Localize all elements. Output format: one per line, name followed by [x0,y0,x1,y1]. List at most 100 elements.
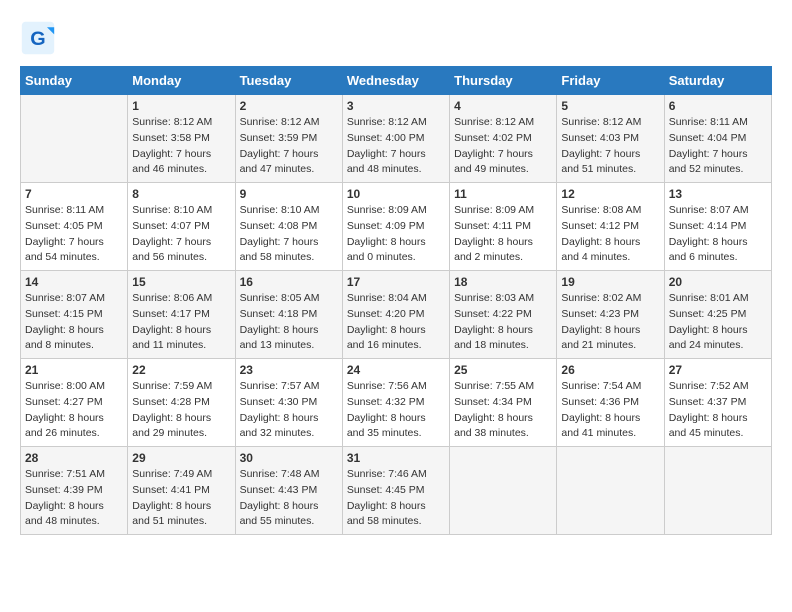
sunset-text: Sunset: 4:23 PM [561,308,639,320]
calendar-cell [450,447,557,535]
daylight-text: Daylight: 7 hours and 49 minutes. [454,148,533,176]
sunset-text: Sunset: 4:03 PM [561,132,639,144]
calendar-cell: 5 Sunrise: 8:12 AM Sunset: 4:03 PM Dayli… [557,95,664,183]
calendar-cell [664,447,771,535]
calendar-cell: 24 Sunrise: 7:56 AM Sunset: 4:32 PM Dayl… [342,359,449,447]
calendar-week-row: 28 Sunrise: 7:51 AM Sunset: 4:39 PM Dayl… [21,447,772,535]
page-header: G [20,20,772,56]
calendar-cell: 27 Sunrise: 7:52 AM Sunset: 4:37 PM Dayl… [664,359,771,447]
sunrise-text: Sunrise: 8:11 AM [669,116,748,128]
day-number: 8 [132,187,230,201]
calendar-cell: 22 Sunrise: 7:59 AM Sunset: 4:28 PM Dayl… [128,359,235,447]
calendar-cell: 1 Sunrise: 8:12 AM Sunset: 3:58 PM Dayli… [128,95,235,183]
header-friday: Friday [557,67,664,95]
sunset-text: Sunset: 4:04 PM [669,132,747,144]
day-number: 16 [240,275,338,289]
calendar-cell: 9 Sunrise: 8:10 AM Sunset: 4:08 PM Dayli… [235,183,342,271]
day-number: 5 [561,99,659,113]
calendar-cell: 20 Sunrise: 8:01 AM Sunset: 4:25 PM Dayl… [664,271,771,359]
day-info: Sunrise: 8:11 AM Sunset: 4:04 PM Dayligh… [669,115,767,178]
day-number: 9 [240,187,338,201]
calendar-week-row: 14 Sunrise: 8:07 AM Sunset: 4:15 PM Dayl… [21,271,772,359]
sunset-text: Sunset: 4:32 PM [347,396,425,408]
day-info: Sunrise: 8:12 AM Sunset: 4:00 PM Dayligh… [347,115,445,178]
daylight-text: Daylight: 8 hours and 38 minutes. [454,412,533,440]
header-sunday: Sunday [21,67,128,95]
day-info: Sunrise: 8:12 AM Sunset: 3:59 PM Dayligh… [240,115,338,178]
daylight-text: Daylight: 7 hours and 54 minutes. [25,236,104,264]
day-info: Sunrise: 8:01 AM Sunset: 4:25 PM Dayligh… [669,291,767,354]
day-number: 25 [454,363,552,377]
sunrise-text: Sunrise: 8:10 AM [132,204,212,216]
day-info: Sunrise: 8:11 AM Sunset: 4:05 PM Dayligh… [25,203,123,266]
day-info: Sunrise: 8:12 AM Sunset: 4:02 PM Dayligh… [454,115,552,178]
calendar-cell: 7 Sunrise: 8:11 AM Sunset: 4:05 PM Dayli… [21,183,128,271]
sunrise-text: Sunrise: 8:08 AM [561,204,641,216]
calendar-cell: 12 Sunrise: 8:08 AM Sunset: 4:12 PM Dayl… [557,183,664,271]
day-info: Sunrise: 7:55 AM Sunset: 4:34 PM Dayligh… [454,379,552,442]
sunrise-text: Sunrise: 8:09 AM [347,204,427,216]
sunset-text: Sunset: 4:41 PM [132,484,210,496]
calendar-cell: 4 Sunrise: 8:12 AM Sunset: 4:02 PM Dayli… [450,95,557,183]
daylight-text: Daylight: 8 hours and 32 minutes. [240,412,319,440]
sunset-text: Sunset: 4:14 PM [669,220,747,232]
calendar-cell: 3 Sunrise: 8:12 AM Sunset: 4:00 PM Dayli… [342,95,449,183]
daylight-text: Daylight: 8 hours and 4 minutes. [561,236,640,264]
calendar-body: 1 Sunrise: 8:12 AM Sunset: 3:58 PM Dayli… [21,95,772,535]
daylight-text: Daylight: 8 hours and 21 minutes. [561,324,640,352]
sunset-text: Sunset: 4:27 PM [25,396,103,408]
day-number: 11 [454,187,552,201]
day-number: 31 [347,451,445,465]
svg-text:G: G [30,28,45,50]
calendar-week-row: 7 Sunrise: 8:11 AM Sunset: 4:05 PM Dayli… [21,183,772,271]
daylight-text: Daylight: 8 hours and 6 minutes. [669,236,748,264]
daylight-text: Daylight: 8 hours and 58 minutes. [347,500,426,528]
calendar-cell: 2 Sunrise: 8:12 AM Sunset: 3:59 PM Dayli… [235,95,342,183]
calendar-cell: 21 Sunrise: 8:00 AM Sunset: 4:27 PM Dayl… [21,359,128,447]
day-info: Sunrise: 7:57 AM Sunset: 4:30 PM Dayligh… [240,379,338,442]
sunrise-text: Sunrise: 8:12 AM [347,116,427,128]
weekday-header-row: Sunday Monday Tuesday Wednesday Thursday… [21,67,772,95]
day-info: Sunrise: 7:49 AM Sunset: 4:41 PM Dayligh… [132,467,230,530]
day-number: 18 [454,275,552,289]
day-number: 3 [347,99,445,113]
day-number: 20 [669,275,767,289]
calendar-cell: 14 Sunrise: 8:07 AM Sunset: 4:15 PM Dayl… [21,271,128,359]
sunset-text: Sunset: 4:28 PM [132,396,210,408]
sunset-text: Sunset: 4:37 PM [669,396,747,408]
day-info: Sunrise: 8:07 AM Sunset: 4:14 PM Dayligh… [669,203,767,266]
sunrise-text: Sunrise: 7:51 AM [25,468,105,480]
daylight-text: Daylight: 8 hours and 26 minutes. [25,412,104,440]
daylight-text: Daylight: 7 hours and 56 minutes. [132,236,211,264]
daylight-text: Daylight: 8 hours and 0 minutes. [347,236,426,264]
daylight-text: Daylight: 8 hours and 2 minutes. [454,236,533,264]
day-info: Sunrise: 8:08 AM Sunset: 4:12 PM Dayligh… [561,203,659,266]
logo: G [20,20,60,56]
sunrise-text: Sunrise: 8:05 AM [240,292,320,304]
calendar-cell: 8 Sunrise: 8:10 AM Sunset: 4:07 PM Dayli… [128,183,235,271]
day-info: Sunrise: 8:07 AM Sunset: 4:15 PM Dayligh… [25,291,123,354]
calendar-cell: 29 Sunrise: 7:49 AM Sunset: 4:41 PM Dayl… [128,447,235,535]
sunrise-text: Sunrise: 8:12 AM [132,116,212,128]
sunrise-text: Sunrise: 8:12 AM [240,116,320,128]
sunset-text: Sunset: 4:22 PM [454,308,532,320]
calendar-cell: 13 Sunrise: 8:07 AM Sunset: 4:14 PM Dayl… [664,183,771,271]
sunrise-text: Sunrise: 8:09 AM [454,204,534,216]
sunset-text: Sunset: 3:59 PM [240,132,318,144]
daylight-text: Daylight: 8 hours and 8 minutes. [25,324,104,352]
sunrise-text: Sunrise: 8:02 AM [561,292,641,304]
sunrise-text: Sunrise: 8:12 AM [454,116,534,128]
daylight-text: Daylight: 8 hours and 48 minutes. [25,500,104,528]
day-info: Sunrise: 7:51 AM Sunset: 4:39 PM Dayligh… [25,467,123,530]
daylight-text: Daylight: 7 hours and 47 minutes. [240,148,319,176]
header-saturday: Saturday [664,67,771,95]
day-info: Sunrise: 8:10 AM Sunset: 4:08 PM Dayligh… [240,203,338,266]
day-info: Sunrise: 7:56 AM Sunset: 4:32 PM Dayligh… [347,379,445,442]
logo-icon: G [20,20,56,56]
calendar-week-row: 1 Sunrise: 8:12 AM Sunset: 3:58 PM Dayli… [21,95,772,183]
daylight-text: Daylight: 7 hours and 46 minutes. [132,148,211,176]
day-info: Sunrise: 7:48 AM Sunset: 4:43 PM Dayligh… [240,467,338,530]
daylight-text: Daylight: 8 hours and 29 minutes. [132,412,211,440]
sunrise-text: Sunrise: 8:07 AM [25,292,105,304]
day-info: Sunrise: 8:06 AM Sunset: 4:17 PM Dayligh… [132,291,230,354]
